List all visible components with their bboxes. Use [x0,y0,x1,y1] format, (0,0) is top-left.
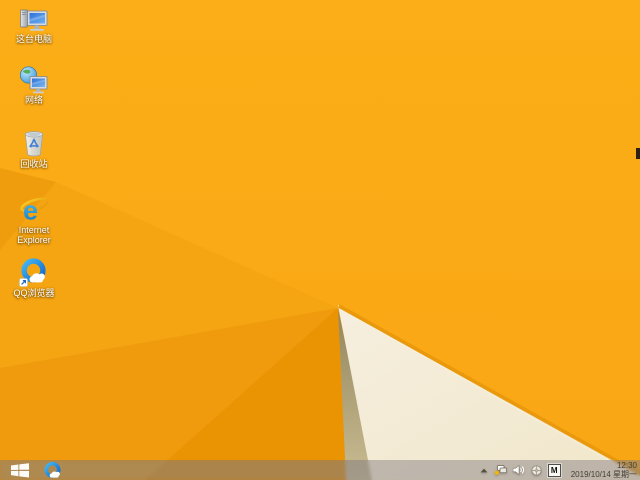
clock-time: 12:30 [616,461,637,470]
desktop-icon-internet-explorer[interactable]: e Internet Explorer [3,194,65,246]
clock-date: 2019/10/14 星期一 [570,470,637,479]
wallpaper [0,0,640,480]
desktop-screen: 这台电脑 网络 回收站 e Internet Explorer QQ浏览器 M … [0,0,640,480]
this-pc-icon [20,9,48,31]
taskbar-clock[interactable]: 12:30 2019/10/14 星期一 [571,461,637,479]
screen-edge-artifact [636,148,640,159]
windows-logo-icon [11,462,29,477]
icon-label-recycle-bin: 回收站 [20,159,48,169]
qq-browser-icon [19,258,46,287]
desktop-icon-network[interactable]: 网络 [3,66,65,105]
desktop-icon-this-pc[interactable]: 这台电脑 [3,5,65,44]
start-button[interactable] [7,460,33,480]
desktop-icon-qq-browser[interactable]: QQ浏览器 [3,257,65,298]
desktop-icon-recycle-bin[interactable]: 回收站 [3,126,65,169]
taskbar: M 12:30 2019/10/14 星期一 [0,460,640,480]
circle-cross-icon [531,465,542,475]
icon-label-qq-browser: QQ浏览器 [13,288,55,298]
network-icon [19,66,48,94]
recycle-bin-icon [25,131,43,157]
network-status-button[interactable] [494,464,507,476]
speaker-icon [512,465,524,475]
icon-label-network: 网络 [24,95,43,105]
chevron-up-icon [480,468,488,472]
ime-indicator[interactable]: M [547,463,561,477]
icon-label-internet-explorer: Internet Explorer [17,225,51,245]
icon-label-this-pc: 这台电脑 [15,34,52,44]
safety-float-button[interactable] [531,465,542,476]
qq-browser-taskbar-icon [44,461,60,478]
network-limited-icon [494,464,507,475]
show-hidden-icons-button[interactable] [480,468,488,473]
internet-explorer-icon: e [20,196,49,224]
system-tray: M 12:30 2019/10/14 星期一 [480,460,637,480]
taskbar-qq-browser-button[interactable] [40,460,64,480]
volume-button[interactable] [512,465,525,475]
